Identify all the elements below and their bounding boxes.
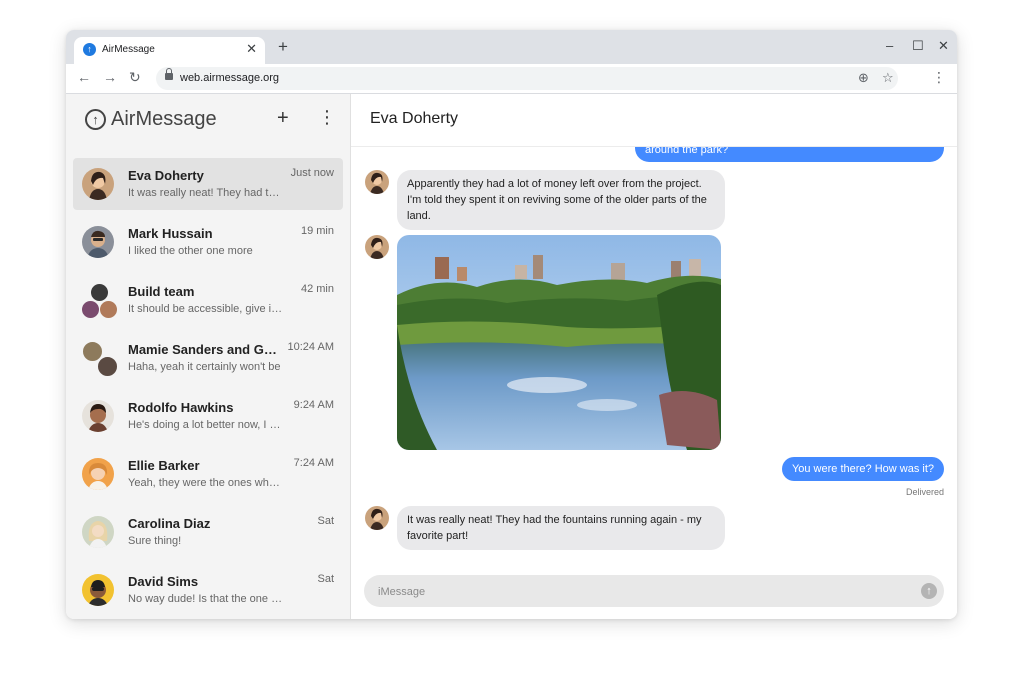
conversation-time: Just now [290, 167, 334, 179]
avatar [82, 574, 114, 606]
conversation-time: Sat [317, 515, 334, 527]
conversation-time: 19 min [300, 225, 334, 237]
incoming-message: Apparently they had a lot of money left … [397, 170, 725, 230]
avatar [81, 300, 100, 319]
conversation-name: Ellie Barker [128, 458, 200, 473]
sidebar-header: ↑ AirMessage + ⋮ [66, 94, 350, 146]
conversation-name: Rodolfo Hawkins [128, 400, 234, 415]
conversation-name: Eva Doherty [128, 168, 204, 183]
conversation-time: 10:24 AM [287, 341, 334, 353]
reload-icon[interactable]: ↻ [129, 69, 141, 86]
conversation-item[interactable]: Eva Doherty It was really neat! They had… [73, 158, 343, 210]
conversation-item[interactable]: Mark Hussain I liked the other one more … [73, 216, 343, 268]
airmessage-logo-icon: ↑ [85, 109, 106, 130]
new-conversation-button[interactable]: + [277, 107, 289, 130]
incoming-message: It was really neat! They had the fountai… [397, 506, 725, 550]
conversation-preview: I liked the other one more [128, 245, 253, 257]
tab-bar: ↑ AirMessage ✕ + – ☐ ✕ [66, 30, 957, 64]
url-text: web.airmessage.org [180, 72, 280, 84]
conversation-preview: He's doing a lot better now, I think [128, 419, 283, 431]
conversation-preview: Haha, yeah it certainly won't be [128, 361, 281, 373]
tab-close-icon[interactable]: ✕ [246, 41, 257, 57]
conversation-preview: It should be accessible, give it a try [128, 303, 283, 315]
browser-menu-icon[interactable]: ⋮ [932, 69, 946, 86]
avatar [365, 170, 389, 194]
more-options-icon[interactable]: ⋮ [318, 107, 336, 128]
conversation-item[interactable]: Ellie Barker Yeah, they were the ones wh… [73, 448, 343, 500]
avatar [97, 356, 118, 377]
conversation-item[interactable]: Carolina Diaz Sure thing! Sat [73, 506, 343, 558]
conversation-name: David Sims [128, 574, 199, 589]
message-input[interactable] [376, 575, 900, 609]
forward-icon[interactable]: → [103, 69, 117, 85]
back-icon[interactable]: ← [77, 69, 91, 85]
avatar [99, 300, 118, 319]
minimize-button[interactable]: – [886, 38, 893, 53]
address-bar[interactable]: web.airmessage.org ⊕ ☆ [156, 67, 898, 90]
message-text: It was really neat! They had the fountai… [407, 514, 702, 542]
conversation-preview: Sure thing! [128, 535, 182, 547]
delivery-status: Delivered [905, 487, 944, 497]
conversation-name: Build team [128, 284, 195, 299]
conversation-item[interactable]: David Sims No way dude! Is that the one … [73, 564, 343, 616]
browser-window: ↑ AirMessage ✕ + – ☐ ✕ ← → ↻ web.airmess… [66, 30, 957, 619]
airmessage-favicon-icon: ↑ [83, 43, 96, 56]
install-app-icon[interactable]: ⊕ [858, 70, 869, 86]
avatar [82, 516, 114, 548]
conversation-name: Carolina Diaz [128, 516, 211, 531]
message-text: You were there? How was it? [791, 463, 934, 475]
conversation-time: Sat [317, 573, 334, 585]
new-tab-button[interactable]: + [278, 37, 288, 57]
message-text: Apparently they had a lot of money left … [407, 178, 707, 222]
message-composer: ↑ [364, 575, 944, 609]
browser-tab[interactable]: ↑ AirMessage ✕ [74, 37, 265, 64]
avatar [82, 168, 114, 200]
browser-toolbar: ← → ↻ web.airmessage.org ⊕ ☆ ⋮ [66, 64, 957, 94]
conversation-item[interactable]: Mamie Sanders and Garrett Haha, yeah it … [73, 332, 343, 384]
avatar [82, 400, 114, 432]
avatar [365, 235, 389, 259]
chat-title: Eva Doherty [370, 110, 459, 127]
conversation-item[interactable]: Rodolfo Hawkins He's doing a lot better … [73, 390, 343, 442]
send-icon[interactable]: ↑ [921, 583, 937, 599]
conversation-name: Mamie Sanders and Garrett [128, 342, 278, 357]
conversation-item[interactable]: Build team It should be accessible, give… [73, 274, 343, 326]
conversation-preview: It was really neat! They had the fountai… [128, 187, 283, 199]
conversation-time: 42 min [300, 283, 334, 295]
lock-icon [165, 68, 173, 80]
conversation-time: 7:24 AM [293, 457, 334, 469]
app-title: AirMessage [111, 108, 217, 130]
avatar [82, 458, 114, 490]
conversation-name: Mark Hussain [128, 226, 213, 241]
avatar [365, 506, 389, 530]
conversation-sidebar: ↑ AirMessage + ⋮ Eva Doherty It was real… [66, 94, 351, 619]
tab-title: AirMessage [102, 44, 155, 55]
park-pond-photo[interactable] [397, 235, 721, 450]
outgoing-message: You were there? How was it? [781, 457, 944, 481]
chat-pane: Eva Doherty around the park? Apparently … [351, 94, 957, 619]
bookmark-star-icon[interactable]: ☆ [882, 70, 894, 86]
maximize-button[interactable]: ☐ [912, 38, 924, 54]
chat-header: Eva Doherty [351, 94, 957, 147]
conversation-preview: No way dude! Is that the one you got [128, 593, 283, 605]
conversation-preview: Yeah, they were the ones who told me [128, 477, 283, 489]
close-window-button[interactable]: ✕ [938, 38, 949, 54]
conversation-time: 9:24 AM [293, 399, 334, 411]
avatar [82, 226, 114, 258]
